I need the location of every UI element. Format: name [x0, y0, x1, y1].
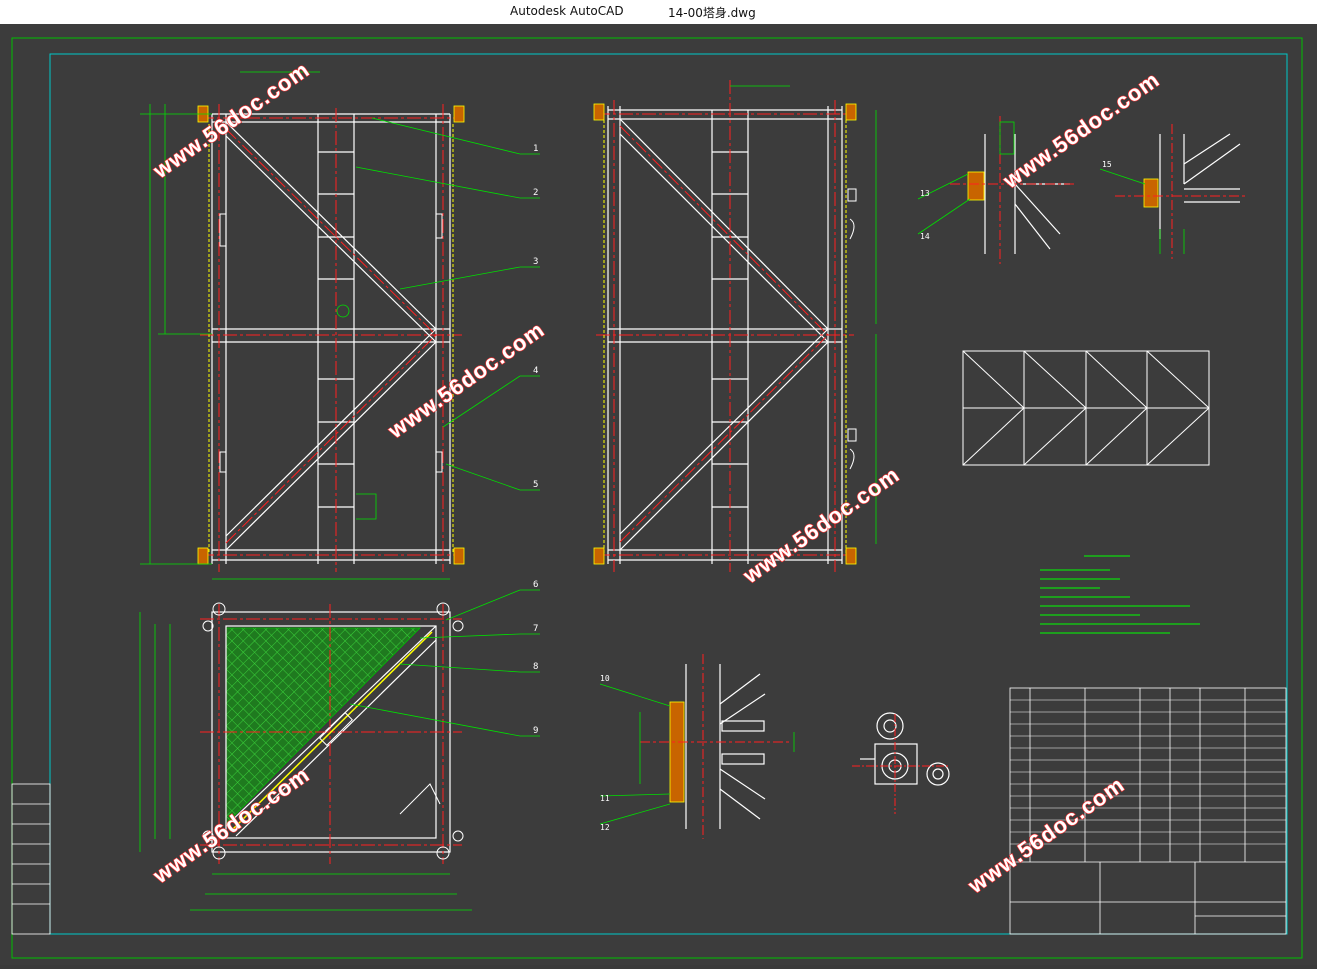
truss-unfolded-diagram	[962, 350, 1210, 466]
upper-node-detail-2: 15	[1099, 124, 1245, 259]
watermarks: www.56doc.com www.56doc.com www.56doc.co…	[147, 56, 1165, 899]
callout-15: 15	[1102, 160, 1112, 169]
document-title: 14-00塔身.dwg	[668, 6, 756, 20]
technical-notes	[1040, 555, 1200, 634]
watermark-4: www.56doc.com	[738, 462, 904, 589]
callout-2: 2	[533, 188, 538, 198]
side-brackets	[847, 188, 857, 470]
callout-12: 12	[600, 823, 610, 832]
app-title: Autodesk AutoCAD	[510, 4, 624, 18]
callout-6: 6	[533, 580, 538, 590]
drawing-canvas[interactable]: 1 2 3 4 5 6 7 8 9 13 14 15 10 11 12 www.…	[0, 24, 1317, 965]
callout-7: 7	[533, 624, 538, 634]
pin-section-detail	[860, 712, 950, 786]
callout-3: 3	[533, 257, 538, 267]
callout-5: 5	[533, 480, 538, 490]
detail-marker-front	[336, 304, 350, 318]
side-weld-lines	[603, 120, 847, 554]
side-connection-plates	[593, 103, 857, 565]
lower-node-detail: 10 11 12	[599, 654, 795, 839]
watermark-6: www.56doc.com	[963, 772, 1129, 899]
side-centerlines	[596, 80, 854, 572]
callout-9: 9	[533, 726, 538, 736]
callout-14: 14	[920, 232, 930, 241]
watermark-3: www.56doc.com	[998, 67, 1164, 194]
front-weld-lines	[208, 124, 454, 554]
front-centerlines	[200, 104, 462, 572]
callout-11: 11	[600, 794, 610, 803]
left-revision-block	[11, 783, 51, 935]
callout-8: 8	[533, 662, 538, 672]
title-block	[1009, 687, 1287, 935]
window-title-bar: Autodesk AutoCAD 14-00塔身.dwg	[0, 0, 1317, 24]
front-elevation-view	[211, 113, 451, 564]
callout-4: 4	[533, 366, 538, 376]
front-leaders	[355, 117, 540, 491]
cad-drawing: 1 2 3 4 5 6 7 8 9 13 14 15 10 11 12 www.…	[11, 37, 1303, 959]
callout-1: 1	[533, 144, 538, 154]
side-dimensions	[730, 85, 877, 544]
watermark-2: www.56doc.com	[383, 317, 549, 444]
watermark-1: www.56doc.com	[148, 57, 314, 184]
callout-10: 10	[600, 674, 610, 683]
callout-13a: 13	[920, 189, 930, 198]
